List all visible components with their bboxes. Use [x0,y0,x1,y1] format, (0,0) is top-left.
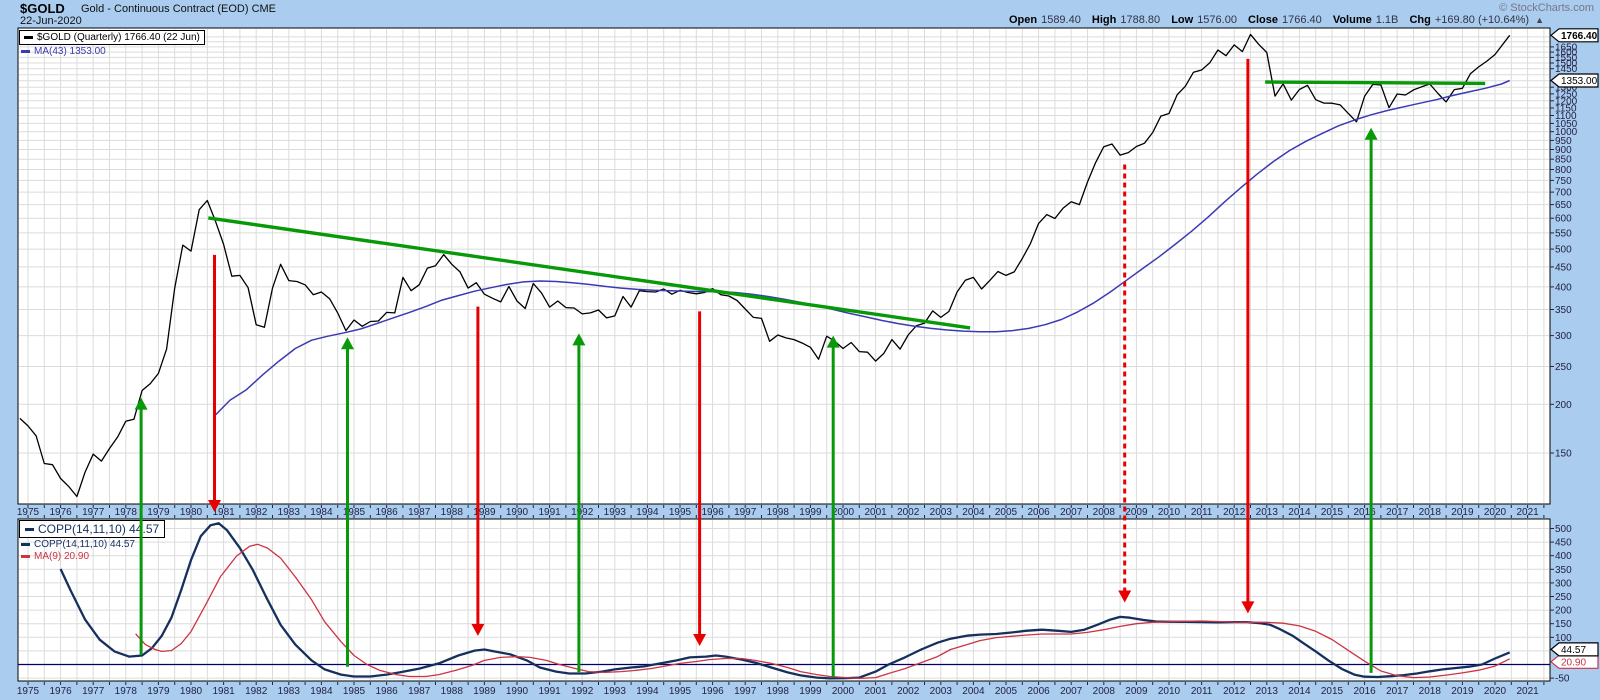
high-label: High [1092,14,1116,26]
coppock-title-marker-icon [25,528,34,531]
coppock-title-text: COPP(14,11,10) 44.57 [38,522,159,536]
open-value: 1589.40 [1041,14,1081,26]
close-label: Close [1248,14,1278,26]
chg-value: +169.80 (+10.64%) [1435,14,1529,26]
ma9-legend-text: MA(9) 20.90 [34,551,89,562]
coppock-legend-box: COPP(14,11,10) 44.57 [19,520,165,538]
stockcharts-quarterly-gold-chart: 1975197519761976197719771978197819791979… [0,0,1600,700]
text-layer: $GOLD Gold - Continuous Contract (EOD) C… [0,0,1600,700]
close-value: 1766.40 [1282,14,1322,26]
high-value: 1788.80 [1120,14,1160,26]
low-value: 1576.00 [1197,14,1237,26]
quote-summary: Open 1589.40 High 1788.80 Low 1576.00 Close… [1001,14,1544,26]
chg-label: Chg [1409,14,1430,26]
ma43-legend-text: MA(43) 1353.00 [34,46,106,57]
ma9-legend: MA(9) 20.90 [21,551,89,562]
coppock-line-marker-icon [21,543,30,546]
ma9-line-marker-icon [21,555,30,558]
ticker-symbol: $GOLD [20,1,65,16]
volume-label: Volume [1333,14,1372,26]
copyright-note: © StockCharts.com [1499,2,1594,14]
chg-up-arrow-icon: ▲ [1535,15,1544,25]
ma43-legend: MA(43) 1353.00 [21,46,106,57]
chart-title: Gold - Continuous Contract (EOD) CME [81,3,276,15]
price-legend-text: $GOLD (Quarterly) 1766.40 (22 Jun) [37,32,200,43]
volume-value: 1.1B [1376,14,1399,26]
coppock-legend-text: COPP(14,11,10) 44.57 [34,539,135,550]
ma43-line-marker-icon [21,50,30,53]
open-label: Open [1009,14,1037,26]
low-label: Low [1171,14,1193,26]
chart-date: 22-Jun-2020 [20,15,82,27]
price-legend-box: $GOLD (Quarterly) 1766.40 (22 Jun) [19,30,205,45]
price-line-marker-icon [24,36,33,39]
coppock-legend: COPP(14,11,10) 44.57 [21,539,135,550]
